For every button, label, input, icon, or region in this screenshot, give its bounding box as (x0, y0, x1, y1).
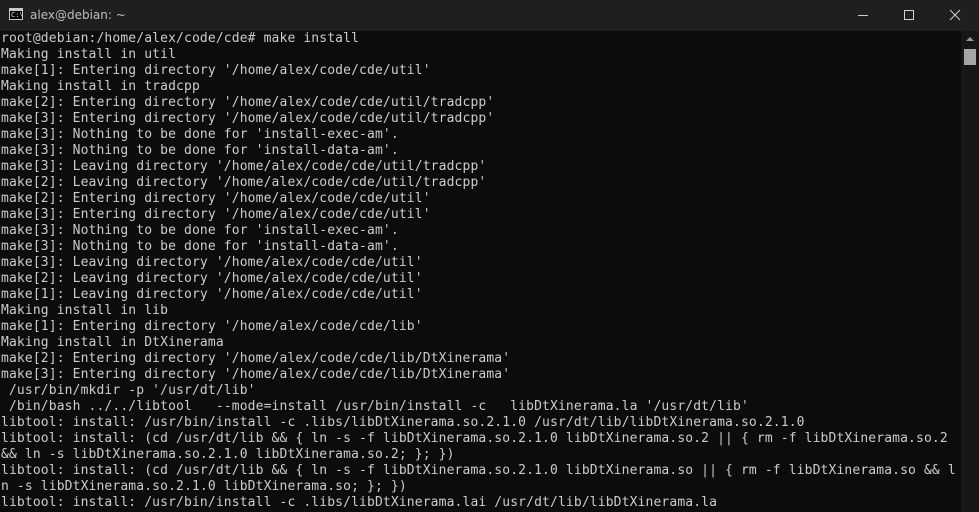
terminal-line: make[2]: Leaving directory '/home/alex/c… (1, 271, 423, 286)
terminal-line: Making install in DtXinerama (1, 335, 224, 350)
terminal-line: libtool: install: /usr/bin/install -c .l… (1, 415, 805, 430)
scroll-up-arrow-icon (966, 37, 974, 41)
scrollbar-thumb[interactable] (964, 49, 976, 65)
terminal-line: /usr/bin/mkdir -p '/usr/dt/lib' (1, 383, 256, 398)
terminal-line: make[3]: Leaving directory '/home/alex/c… (1, 255, 423, 270)
terminal-line: && ln -s libDtXinerama.so.2.1.0 libDtXin… (1, 447, 455, 462)
console-app-icon-text: C:\ (11, 11, 24, 19)
vertical-scrollbar[interactable] (961, 31, 979, 512)
terminal-line: make[3]: Nothing to be done for 'install… (1, 127, 399, 142)
terminal-line: root@debian:/home/alex/code/cde# make in… (1, 31, 360, 46)
scroll-up-button[interactable] (961, 31, 979, 47)
terminal-line: make[2]: Entering directory '/home/alex/… (1, 95, 495, 110)
terminal-line: make[1]: Leaving directory '/home/alex/c… (1, 287, 423, 302)
terminal-line: make[1]: Entering directory '/home/alex/… (1, 63, 431, 78)
terminal-line: make[1]: Entering directory '/home/alex/… (1, 319, 423, 334)
terminal-line: make[3]: Entering directory '/home/alex/… (1, 367, 511, 382)
terminal-line: libtool: install: /usr/bin/install -c .l… (1, 495, 718, 510)
terminal-line: make[3]: Entering directory '/home/alex/… (1, 207, 431, 222)
maximize-icon (904, 10, 914, 20)
terminal-line: Making install in tradcpp (1, 79, 200, 94)
terminal-line: make[3]: Nothing to be done for 'install… (1, 223, 399, 238)
close-icon (949, 9, 961, 21)
close-button[interactable] (932, 0, 978, 31)
title-bar[interactable]: C:\ alex@debian: ~ (0, 0, 979, 31)
terminal-line: libtool: install: (cd /usr/dt/lib && { l… (1, 463, 956, 478)
minimize-button[interactable] (840, 0, 886, 31)
terminal-line: make[3]: Nothing to be done for 'install… (1, 239, 399, 254)
terminal-line: /bin/bash ../../libtool --mode=install /… (1, 399, 749, 414)
maximize-button[interactable] (886, 0, 932, 31)
terminal-line: n -s libDtXinerama.so.2.1.0 libDtXineram… (1, 479, 407, 494)
terminal-line: make[2]: Entering directory '/home/alex/… (1, 191, 431, 206)
minimize-icon (858, 15, 868, 16)
terminal-line: make[3]: Entering directory '/home/alex/… (1, 111, 495, 126)
terminal-output[interactable]: root@debian:/home/alex/code/cde# make in… (0, 31, 961, 512)
window-title: alex@debian: ~ (30, 8, 126, 22)
terminal-line: make[3]: Nothing to be done for 'install… (1, 143, 399, 158)
console-app-icon[interactable]: C:\ (9, 8, 24, 20)
terminal-line: Making install in util (1, 47, 177, 62)
terminal-window: C:\ alex@debian: ~ root@debian:/home/ale… (0, 0, 979, 512)
terminal-line: libtool: install: (cd /usr/dt/lib && { l… (1, 431, 948, 446)
terminal-line: make[2]: Leaving directory '/home/alex/c… (1, 175, 487, 190)
terminal-line: Making install in lib (1, 303, 169, 318)
terminal-line: make[3]: Leaving directory '/home/alex/c… (1, 159, 487, 174)
terminal-line: make[2]: Entering directory '/home/alex/… (1, 351, 511, 366)
